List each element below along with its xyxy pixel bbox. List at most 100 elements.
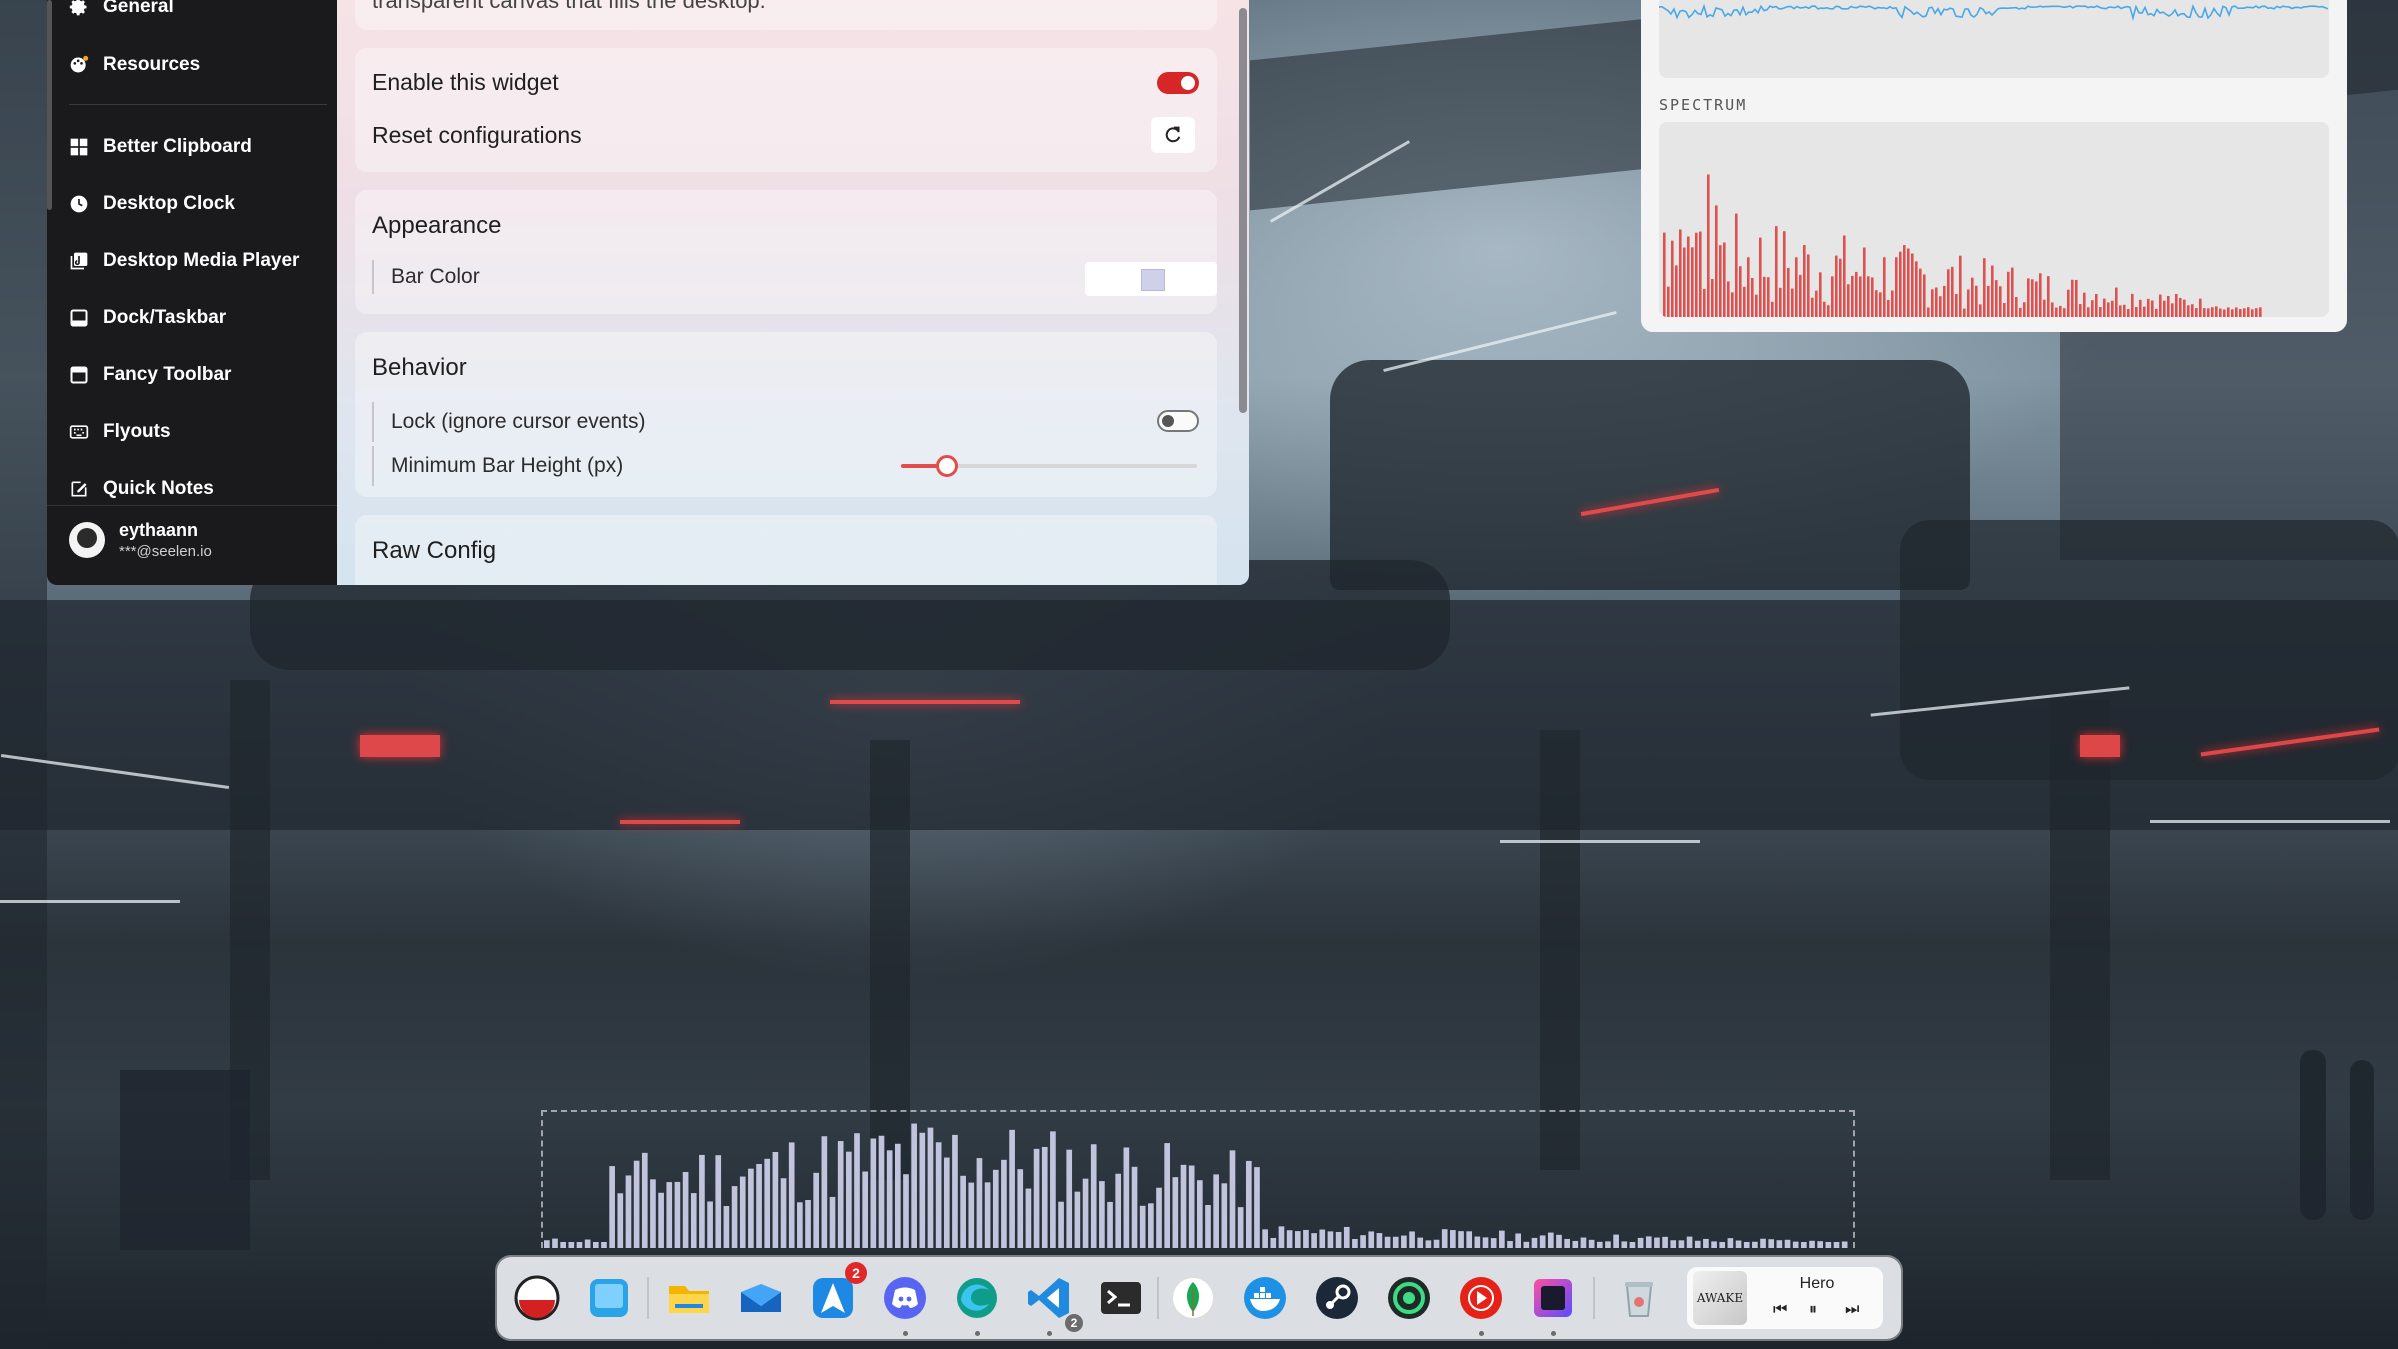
min-bar-height-slider[interactable] <box>901 455 1197 477</box>
spectrum-bar <box>2223 309 2226 317</box>
spectrum-bar <box>2259 307 2262 317</box>
spectrum-bar <box>1951 266 1954 317</box>
spectrum-bar <box>2111 300 2114 317</box>
next-track-button[interactable]: ⏭ <box>1845 1301 1859 1319</box>
visualizer-bar <box>1229 1150 1236 1248</box>
dock-item-mongodb[interactable] <box>1165 1270 1221 1326</box>
bar-color-picker[interactable] <box>1085 262 1217 296</box>
sidebar-item-desktop-media-player[interactable]: Desktop Media Player <box>69 250 299 272</box>
visualizer-bar <box>1262 1229 1268 1248</box>
dock-separator <box>1157 1277 1159 1319</box>
lock-toggle[interactable] <box>1157 410 1199 432</box>
docker-icon <box>1244 1277 1286 1319</box>
spectrum-bar <box>2059 305 2062 317</box>
sidebar-divider <box>69 104 327 105</box>
spectrum-bar <box>2203 308 2206 317</box>
dock-item-recycle-bin[interactable] <box>1611 1270 1667 1326</box>
visualizer-bar <box>1474 1236 1481 1248</box>
previous-track-button[interactable]: ⏮ <box>1773 1301 1787 1319</box>
spectrum-bar <box>1835 255 1838 317</box>
spectrum-bar <box>1763 276 1766 317</box>
spectrum-bar <box>1787 267 1790 317</box>
sidebar-item-dock-taskbar[interactable]: Dock/Taskbar <box>69 307 226 329</box>
sidebar-user-divider <box>47 505 337 506</box>
spectrum-bar <box>1771 301 1774 317</box>
visualizer-bar <box>764 1158 771 1248</box>
visualizer-bar <box>1662 1236 1668 1248</box>
spectrum-bar <box>1743 286 1746 317</box>
spectrum-bar <box>1863 247 1866 317</box>
dock-item-discord[interactable] <box>877 1270 933 1336</box>
spectrum-bar <box>1995 280 1998 317</box>
dock-item-terminal[interactable] <box>1093 1270 1149 1326</box>
spectrum-bar <box>2219 308 2222 317</box>
spectrum-bar <box>1811 297 1814 317</box>
spectrum-bar <box>2191 304 2194 317</box>
spectrum-bar <box>1679 229 1682 317</box>
album-art[interactable]: AWAKE <box>1693 1271 1747 1325</box>
dock-item-navigator[interactable]: 2 <box>805 1262 867 1326</box>
dock-item-seelen-ui[interactable] <box>509 1270 565 1326</box>
sidebar-item-label: Resources <box>103 54 201 75</box>
sidebar-item-general[interactable]: General <box>69 0 174 18</box>
running-indicator <box>975 1331 980 1336</box>
sidebar-item-desktop-clock[interactable]: Desktop Clock <box>69 193 235 215</box>
dock-item-green-app[interactable] <box>1381 1270 1437 1326</box>
palette-icon <box>70 55 89 73</box>
spectrum-bar <box>1663 232 1666 317</box>
desktop-bar-visualizer[interactable] <box>541 1110 1855 1248</box>
slider-thumb[interactable] <box>936 455 959 477</box>
reset-configurations-button[interactable] <box>1151 117 1195 153</box>
visualizer-bar <box>1082 1178 1089 1248</box>
sidebar-item-flyouts[interactable]: Flyouts <box>69 421 171 443</box>
visualizer-bar <box>1131 1166 1138 1248</box>
dock-item-mail[interactable] <box>733 1270 789 1326</box>
visualizer-bar <box>1809 1240 1815 1248</box>
dock-item-edge[interactable] <box>949 1270 1005 1336</box>
sidebar-item-fancy-toolbar[interactable]: Fancy Toolbar <box>69 364 231 386</box>
enable-widget-toggle[interactable] <box>1157 72 1199 94</box>
sidebar-item-label: General <box>103 0 174 17</box>
spectrum-bar <box>1735 213 1738 317</box>
user-profile[interactable]: eythaann ***@seelen.io <box>69 520 212 560</box>
visualizer-bar <box>723 1206 730 1248</box>
spectrum-bar <box>1755 294 1758 317</box>
panel-scrollbar[interactable] <box>1239 8 1247 413</box>
spectrum-bar <box>2035 281 2038 317</box>
settings-panel: transparent canvas that fills the deskto… <box>337 0 1249 585</box>
running-indicator <box>1479 1331 1484 1336</box>
lock-label: Lock (ignore cursor events) <box>372 402 645 442</box>
enable-label: Enable this widget <box>372 69 559 95</box>
sidebar-item-quick-notes[interactable]: Quick Notes <box>69 478 214 500</box>
dock-item-desktop[interactable] <box>581 1270 637 1326</box>
visualizer-bar <box>690 1193 697 1248</box>
sidebar-item-resources[interactable]: Resources <box>69 54 200 76</box>
visualizer-bar <box>878 1135 885 1248</box>
spectrum-bar <box>1879 292 1882 317</box>
dock-item-steam[interactable] <box>1309 1270 1365 1326</box>
spectrum-bar <box>1843 235 1846 317</box>
visualizer-bar <box>886 1150 893 1248</box>
spectrum-bar <box>1727 281 1730 317</box>
spectrum-bar <box>1939 296 1942 317</box>
spectrum-bar <box>1903 245 1906 317</box>
visualizer-bar <box>1425 1240 1432 1248</box>
dock-item-youtube-music[interactable] <box>1453 1270 1509 1336</box>
pause-button[interactable]: ⏸ <box>1809 1301 1817 1319</box>
dock-item-screen-app[interactable] <box>1525 1270 1581 1336</box>
dock-item-docker[interactable] <box>1237 1270 1293 1326</box>
spectrum-bar <box>2095 293 2098 317</box>
album-art-text: AWAKE <box>1696 1291 1744 1305</box>
spectrum-bar <box>2163 300 2166 317</box>
sidebar-scrollbar[interactable] <box>47 0 52 210</box>
spectrum-bar <box>2019 307 2022 317</box>
spectrum-bar <box>1795 257 1798 317</box>
sidebar-item-label: Desktop Clock <box>103 193 235 214</box>
sidebar-item-better-clipboard[interactable]: Better Clipboard <box>69 136 252 158</box>
dock-item-file-explorer[interactable] <box>661 1270 717 1326</box>
spectrum-bar <box>1927 307 1930 317</box>
intro-card: transparent canvas that fills the deskto… <box>355 0 1217 30</box>
raw-config-card[interactable]: Raw Config <box>355 515 1217 585</box>
dock-item-vscode[interactable]: 2 <box>1021 1270 1083 1336</box>
visualizer-bar <box>1205 1204 1211 1248</box>
